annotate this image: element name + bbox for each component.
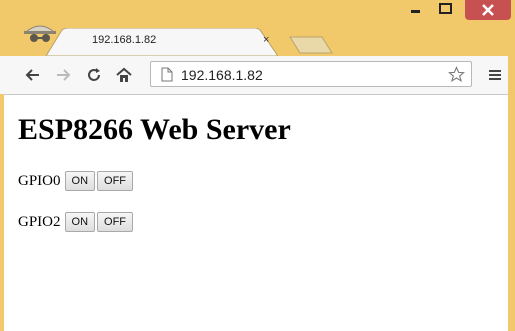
minimize-icon <box>411 10 420 13</box>
menu-button[interactable] <box>484 64 506 86</box>
gpio2-on-button[interactable]: ON <box>64 212 96 232</box>
tab-title: 192.168.1.82 <box>92 34 157 46</box>
arrow-right-icon <box>57 69 71 81</box>
star-icon[interactable] <box>448 66 465 83</box>
window-frame-right <box>508 56 515 331</box>
page-icon <box>161 67 173 82</box>
close-icon <box>482 4 494 16</box>
home-button[interactable] <box>113 64 135 86</box>
gpio2-label: GPIO2 <box>18 213 61 230</box>
close-tab-icon[interactable]: × <box>263 33 269 47</box>
gpio0-on-button[interactable]: ON <box>64 171 96 191</box>
new-tab-button[interactable] <box>288 35 334 55</box>
browser-tab[interactable] <box>46 28 278 56</box>
arrow-left-icon <box>25 69 39 81</box>
hamburger-menu-icon <box>489 70 501 80</box>
forward-button[interactable] <box>52 64 74 86</box>
browser-toolbar: 192.168.1.82 <box>0 56 515 95</box>
tab-strip: 192.168.1.82 × <box>0 0 515 56</box>
maximize-icon <box>439 3 452 14</box>
reload-icon <box>88 68 100 81</box>
gpio2-off-button[interactable]: OFF <box>97 212 134 232</box>
home-icon <box>116 67 132 82</box>
maximize-button[interactable] <box>431 0 461 20</box>
gpio2-row: GPIO2 ON OFF <box>18 212 134 232</box>
gpio0-row: GPIO0 ON OFF <box>18 171 134 191</box>
address-bar[interactable]: 192.168.1.82 <box>150 61 472 87</box>
window-controls <box>401 0 511 26</box>
minimize-button[interactable] <box>401 0 431 20</box>
browser-window: 192.168.1.82 × 192.168.1.82 ESP8266 Web … <box>0 0 515 331</box>
reload-button[interactable] <box>83 64 105 86</box>
page-title: ESP8266 Web Server <box>18 113 291 146</box>
page-content: ESP8266 Web Server GPIO0 ON OFF GPIO2 ON… <box>4 95 508 331</box>
close-window-button[interactable] <box>465 0 511 20</box>
url-text: 192.168.1.82 <box>181 67 263 83</box>
gpio0-off-button[interactable]: OFF <box>97 171 134 191</box>
back-button[interactable] <box>22 64 44 86</box>
gpio0-label: GPIO0 <box>18 172 61 189</box>
